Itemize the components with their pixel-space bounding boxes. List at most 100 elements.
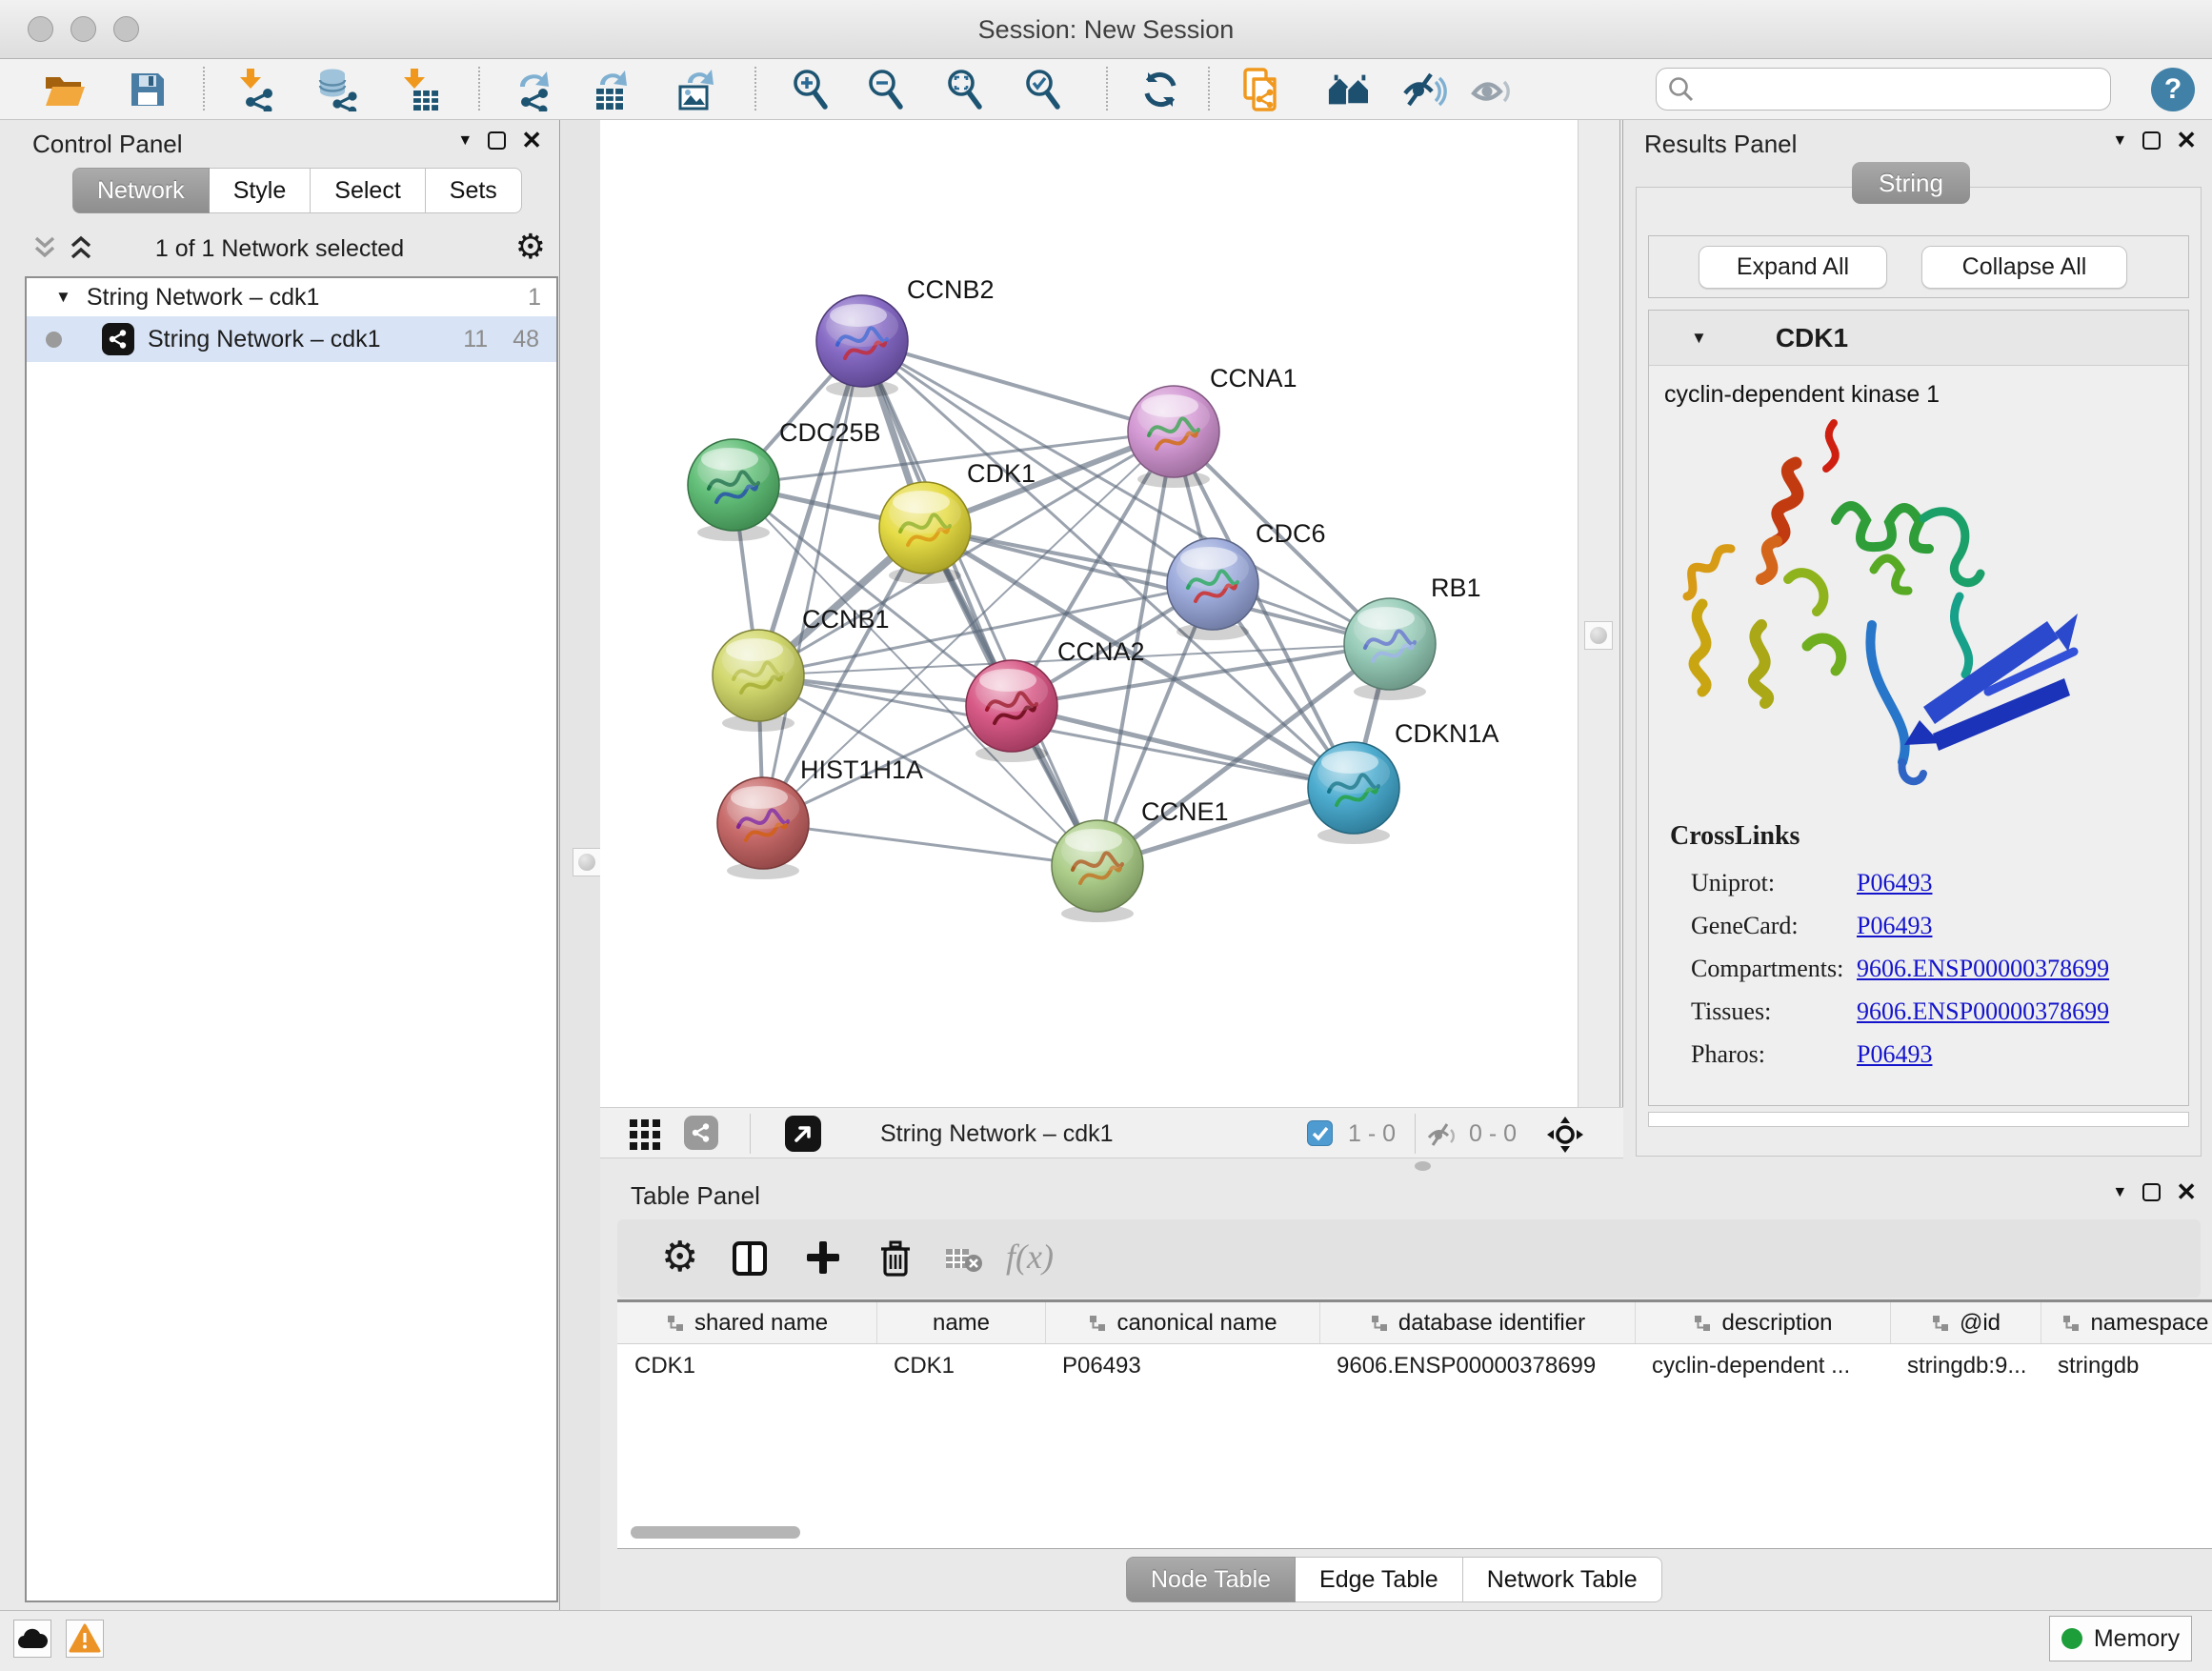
- table-panel-menu-icon[interactable]: ▼: [2112, 1184, 2127, 1201]
- selected-nodes-checkbox[interactable]: [1307, 1120, 1333, 1146]
- table-cell[interactable]: 9606.ENSP00000378699: [1319, 1344, 1635, 1386]
- network-node-CDC25B[interactable]: [688, 439, 779, 541]
- table-cell[interactable]: CDK1: [617, 1344, 876, 1386]
- results-tab-string[interactable]: String: [1852, 162, 1970, 204]
- gene-collapse-icon[interactable]: ▼: [1691, 329, 1707, 348]
- show-columns-icon[interactable]: [730, 1238, 770, 1278]
- network-node-CCNA1[interactable]: [1128, 386, 1219, 488]
- tab-node-table[interactable]: Node Table: [1126, 1557, 1296, 1602]
- delete-table-icon[interactable]: [945, 1246, 983, 1275]
- network-canvas[interactable]: CCNB2CCNA1CDC25BCDK1CDC6RB1CCNB1CCNA2CDK…: [600, 120, 1578, 1107]
- grid-view-icon[interactable]: [629, 1118, 661, 1151]
- table-horizontal-scrollbar[interactable]: [631, 1526, 800, 1539]
- table-cell[interactable]: P06493: [1045, 1344, 1319, 1386]
- network-edge-HIST1H1A-CCNE1[interactable]: [763, 823, 1097, 866]
- tab-edge-table[interactable]: Edge Table: [1296, 1557, 1463, 1602]
- network-node-CCNE1[interactable]: [1052, 820, 1143, 922]
- network-graph[interactable]: CCNB2CCNA1CDC25BCDK1CDC6RB1CCNB1CCNA2CDK…: [600, 120, 1578, 1107]
- network-row-selected[interactable]: String Network – cdk1 11 48: [27, 316, 556, 362]
- control-panel-close-icon[interactable]: ✕: [521, 131, 542, 150]
- network-node-CCNB1[interactable]: [713, 630, 804, 732]
- column-header-canonical-name[interactable]: canonical name: [1045, 1302, 1319, 1343]
- cloud-button[interactable]: [13, 1620, 51, 1658]
- crosslink-link[interactable]: P06493: [1857, 912, 1932, 940]
- tab-sets[interactable]: Sets: [426, 168, 522, 213]
- help-button[interactable]: ?: [2151, 68, 2195, 111]
- update-network-button[interactable]: [1137, 67, 1183, 112]
- table-settings-gear-icon[interactable]: ⚙: [661, 1233, 698, 1281]
- table-cell[interactable]: stringdb:9...: [1890, 1344, 2041, 1386]
- delete-column-trash-icon[interactable]: [876, 1238, 915, 1278]
- column-header-description[interactable]: description: [1635, 1302, 1890, 1343]
- network-node-HIST1H1A[interactable]: [717, 777, 809, 879]
- crosslink-link[interactable]: P06493: [1857, 869, 1932, 897]
- table-panel-float-icon[interactable]: [2142, 1183, 2161, 1201]
- network-edge-CCNB2-HIST1H1A[interactable]: [763, 341, 862, 823]
- memory-button[interactable]: Memory: [2049, 1616, 2192, 1661]
- results-panel-menu-icon[interactable]: ▼: [2112, 132, 2127, 150]
- network-share-view-icon[interactable]: [684, 1116, 718, 1150]
- zoom-out-button[interactable]: [862, 67, 908, 112]
- results-scrollbar[interactable]: [1648, 1112, 2189, 1127]
- gene-section-header[interactable]: ▼ CDK1: [1649, 311, 2188, 366]
- crosslink-link[interactable]: P06493: [1857, 1040, 1932, 1069]
- column-header-namespace[interactable]: namespace: [2041, 1302, 2212, 1343]
- results-panel-close-icon[interactable]: ✕: [2176, 131, 2197, 150]
- function-builder-icon[interactable]: f(x): [1006, 1237, 1054, 1277]
- network-edge-CCNA2-CDKN1A[interactable]: [1012, 706, 1354, 788]
- control-panel-menu-icon[interactable]: ▼: [457, 132, 473, 150]
- network-collection-row[interactable]: ▼ String Network – cdk1 1: [27, 278, 556, 316]
- import-network-file-button[interactable]: [232, 67, 278, 112]
- export-network-button[interactable]: [512, 67, 557, 112]
- right-splitter[interactable]: [1578, 120, 1623, 1107]
- import-table-file-button[interactable]: [396, 67, 442, 112]
- table-row[interactable]: CDK1CDK1P064939606.ENSP00000378699cyclin…: [617, 1344, 2212, 1386]
- column-header-shared-name[interactable]: shared name: [617, 1302, 876, 1343]
- network-edge-CCNB2-CCNE1[interactable]: [862, 341, 1097, 866]
- search-input[interactable]: [1656, 68, 2111, 111]
- export-table-button[interactable]: [588, 67, 633, 112]
- column-header-database-identifier[interactable]: database identifier: [1319, 1302, 1635, 1343]
- left-splitter[interactable]: [561, 120, 600, 1610]
- table-cell[interactable]: cyclin-dependent ...: [1635, 1344, 1890, 1386]
- network-node-CDC6[interactable]: [1167, 538, 1258, 640]
- zoom-fit-button[interactable]: [941, 67, 987, 112]
- collection-expand-icon[interactable]: ▼: [55, 288, 71, 307]
- import-network-database-button[interactable]: [315, 67, 361, 112]
- export-image-button[interactable]: [674, 67, 719, 112]
- control-panel-float-icon[interactable]: [488, 131, 506, 150]
- save-session-button[interactable]: [125, 67, 171, 112]
- zoom-selected-button[interactable]: [1019, 67, 1065, 112]
- left-splitter-handle[interactable]: [573, 848, 601, 876]
- hidden-eye-icon[interactable]: [1427, 1121, 1459, 1148]
- network-node-CCNB2[interactable]: [816, 295, 908, 397]
- fit-selected-crosshair-icon[interactable]: [1546, 1116, 1584, 1154]
- tab-select[interactable]: Select: [311, 168, 425, 213]
- zoom-in-button[interactable]: [787, 67, 833, 112]
- tab-network[interactable]: Network: [72, 168, 210, 213]
- warning-button[interactable]: [66, 1620, 104, 1658]
- results-panel-float-icon[interactable]: [2142, 131, 2161, 150]
- table-cell[interactable]: stringdb: [2041, 1344, 2212, 1386]
- birds-eye-view-icon[interactable]: [785, 1116, 821, 1152]
- column-header-name[interactable]: name: [876, 1302, 1045, 1343]
- right-splitter-handle[interactable]: [1584, 621, 1613, 650]
- copy-network-button[interactable]: [1239, 67, 1285, 112]
- expand-all-button[interactable]: Expand All: [1699, 246, 1887, 289]
- crosslink-link[interactable]: 9606.ENSP00000378699: [1857, 997, 2109, 1026]
- collapse-all-button[interactable]: Collapse All: [1921, 246, 2127, 289]
- horizontal-splitter-handle[interactable]: [1415, 1161, 1431, 1171]
- add-column-icon[interactable]: [804, 1238, 842, 1277]
- collapse-all-chevron-icon[interactable]: [32, 234, 57, 261]
- network-options-gear-icon[interactable]: ⚙: [515, 227, 546, 267]
- column-header--id[interactable]: @id: [1890, 1302, 2041, 1343]
- tab-network-table[interactable]: Network Table: [1463, 1557, 1662, 1602]
- show-all-button[interactable]: [1470, 67, 1516, 112]
- horizontal-splitter[interactable]: [600, 1158, 2212, 1172]
- network-node-CDKN1A[interactable]: [1308, 742, 1399, 844]
- show-home-button[interactable]: [1327, 67, 1373, 112]
- network-edge-CCNB2-CCNA1[interactable]: [862, 341, 1174, 432]
- open-session-button[interactable]: [42, 67, 88, 112]
- table-panel-close-icon[interactable]: ✕: [2176, 1183, 2197, 1201]
- table-cell[interactable]: CDK1: [876, 1344, 1045, 1386]
